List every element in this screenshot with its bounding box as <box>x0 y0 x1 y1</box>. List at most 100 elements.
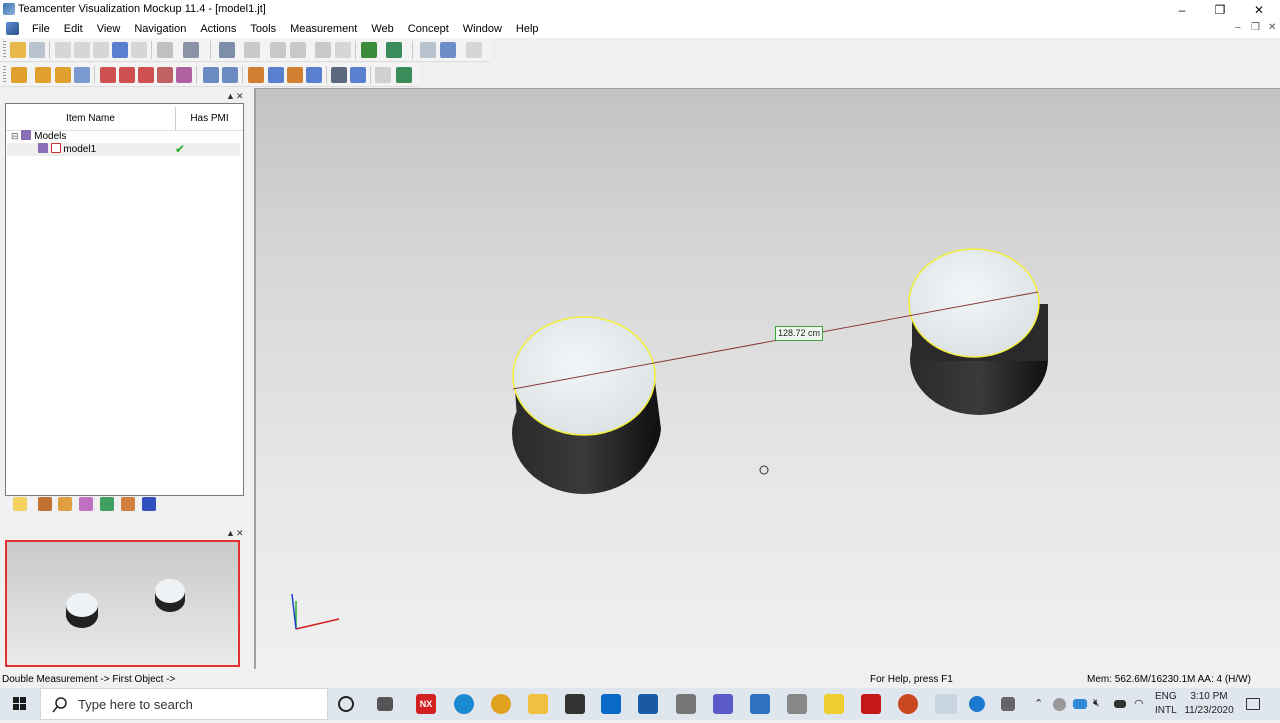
toolbar-grip[interactable] <box>3 41 6 59</box>
wifi-icon[interactable]: ◠ <box>1134 697 1144 710</box>
battery-icon[interactable] <box>1114 700 1126 708</box>
powerpoint-icon[interactable] <box>898 694 918 714</box>
menu-measurement[interactable]: Measurement <box>283 20 364 38</box>
report-icon[interactable] <box>375 67 391 83</box>
grid-select-icon[interactable] <box>203 67 219 83</box>
acrobat-icon[interactable] <box>861 694 881 714</box>
arc-icon[interactable] <box>138 67 154 83</box>
menu-window[interactable]: Window <box>456 20 509 38</box>
teamcenter-icon[interactable] <box>638 694 658 714</box>
taskbar-search-box[interactable]: Type here to search <box>40 688 328 720</box>
tab-properties-icon[interactable] <box>121 497 135 511</box>
sum-icon[interactable] <box>248 67 264 83</box>
measurement-value-label[interactable]: 128.72 cm <box>775 326 824 341</box>
print-preview-icon[interactable] <box>420 42 436 58</box>
layers-icon[interactable] <box>306 67 322 83</box>
restore-button[interactable]: ❐ <box>1201 0 1239 20</box>
settings-icon[interactable] <box>290 42 306 58</box>
point-measure-icon[interactable] <box>11 67 27 83</box>
tree-panel-pin-button[interactable]: ▲ <box>226 91 235 101</box>
help-tray-icon[interactable] <box>969 696 985 712</box>
toolbar-grip[interactable] <box>3 66 6 84</box>
google-tray-icon[interactable] <box>1053 698 1066 711</box>
undo-measure-icon[interactable] <box>350 67 366 83</box>
close-button[interactable]: ✕ <box>1240 0 1278 20</box>
teams-icon[interactable] <box>713 694 733 714</box>
tab-views-icon[interactable] <box>58 497 72 511</box>
chevron-up-icon[interactable]: ⌃ <box>1034 697 1043 710</box>
onedrive-icon[interactable] <box>1073 699 1087 709</box>
menu-view[interactable]: View <box>90 20 128 38</box>
tab-markup-icon[interactable] <box>79 497 93 511</box>
curve-measure-icon[interactable] <box>74 67 90 83</box>
menu-navigation[interactable]: Navigation <box>127 20 193 38</box>
gear-icon[interactable] <box>270 42 286 58</box>
tab-layers-icon[interactable] <box>100 497 114 511</box>
edge-icon[interactable] <box>454 694 474 714</box>
people-icon[interactable] <box>1001 697 1015 711</box>
menu-web[interactable]: Web <box>364 20 400 38</box>
list-icon[interactable] <box>287 67 303 83</box>
cut-icon[interactable] <box>55 42 71 58</box>
transform-icon[interactable] <box>176 67 192 83</box>
print-icon[interactable] <box>157 42 173 58</box>
tool-app-icon[interactable] <box>787 694 807 714</box>
grid-icon[interactable] <box>222 67 238 83</box>
document-small-icon[interactable] <box>466 42 482 58</box>
table-icon[interactable] <box>268 67 284 83</box>
binoculars-icon[interactable] <box>183 42 199 58</box>
save-icon[interactable] <box>29 42 45 58</box>
document-icon[interactable] <box>6 22 19 35</box>
tree-item-models[interactable]: ⊟ Models <box>11 130 66 143</box>
column-has-pmi[interactable]: Has PMI <box>175 107 243 131</box>
column-item-name[interactable]: Item Name <box>6 107 175 131</box>
menu-tools[interactable]: Tools <box>243 20 283 38</box>
collapse-icon[interactable]: ⊟ <box>11 131 19 141</box>
preview-panel-pin-button[interactable]: ▲ <box>226 528 235 538</box>
undo-icon[interactable] <box>112 42 128 58</box>
vis-app-icon[interactable] <box>750 694 770 714</box>
tree-item-model1[interactable]: model1 ✔ <box>7 143 240 156</box>
open-icon[interactable] <box>10 42 26 58</box>
3d-viewport[interactable]: 128.72 cm <box>254 88 1280 669</box>
nx-app-icon[interactable]: NX <box>416 694 436 714</box>
preview-panel-close-button[interactable]: ✕ <box>236 528 244 539</box>
settings-app-icon[interactable] <box>676 694 696 714</box>
mdi-minimize-button[interactable]: – <box>1235 22 1241 33</box>
cortana-icon[interactable] <box>338 696 354 712</box>
double-measure-icon[interactable] <box>55 67 71 83</box>
angle-icon[interactable] <box>119 67 135 83</box>
menu-file[interactable]: File <box>25 20 57 38</box>
assembly-icon[interactable] <box>244 42 260 58</box>
clock[interactable]: 3:10 PM 11/23/2020 <box>1183 690 1235 718</box>
lock-icon[interactable] <box>335 42 351 58</box>
diameter-icon[interactable] <box>157 67 173 83</box>
tree-panel-close-button[interactable]: ✕ <box>236 91 244 102</box>
zoom-icon[interactable] <box>440 42 456 58</box>
start-button[interactable] <box>0 688 40 720</box>
thumbnail-preview[interactable] <box>5 540 240 667</box>
active-app-icon[interactable] <box>935 694 957 714</box>
task-view-icon[interactable] <box>377 697 393 711</box>
mdi-close-button[interactable]: ✕ <box>1268 22 1276 33</box>
mdi-restore-button[interactable]: ❐ <box>1251 22 1260 33</box>
delete-icon[interactable] <box>331 67 347 83</box>
tab-pmi-icon[interactable] <box>38 497 52 511</box>
menu-concept[interactable]: Concept <box>401 20 456 38</box>
paste-icon[interactable] <box>93 42 109 58</box>
minimize-button[interactable]: – <box>1163 0 1201 20</box>
book-icon[interactable] <box>361 42 377 58</box>
menu-edit[interactable]: Edit <box>57 20 90 38</box>
tool-icon[interactable] <box>315 42 331 58</box>
sticky-notes-icon[interactable] <box>824 694 844 714</box>
chrome-icon[interactable] <box>491 694 511 714</box>
line-measure-icon[interactable] <box>35 67 51 83</box>
distance-icon[interactable] <box>100 67 116 83</box>
menu-help[interactable]: Help <box>509 20 546 38</box>
notification-icon[interactable] <box>1246 698 1260 710</box>
structure-icon[interactable] <box>219 42 235 58</box>
language-indicator[interactable]: ENG INTL <box>1155 690 1177 718</box>
tab-models-icon[interactable] <box>13 497 27 511</box>
menu-actions[interactable]: Actions <box>193 20 243 38</box>
redo-icon[interactable] <box>131 42 147 58</box>
